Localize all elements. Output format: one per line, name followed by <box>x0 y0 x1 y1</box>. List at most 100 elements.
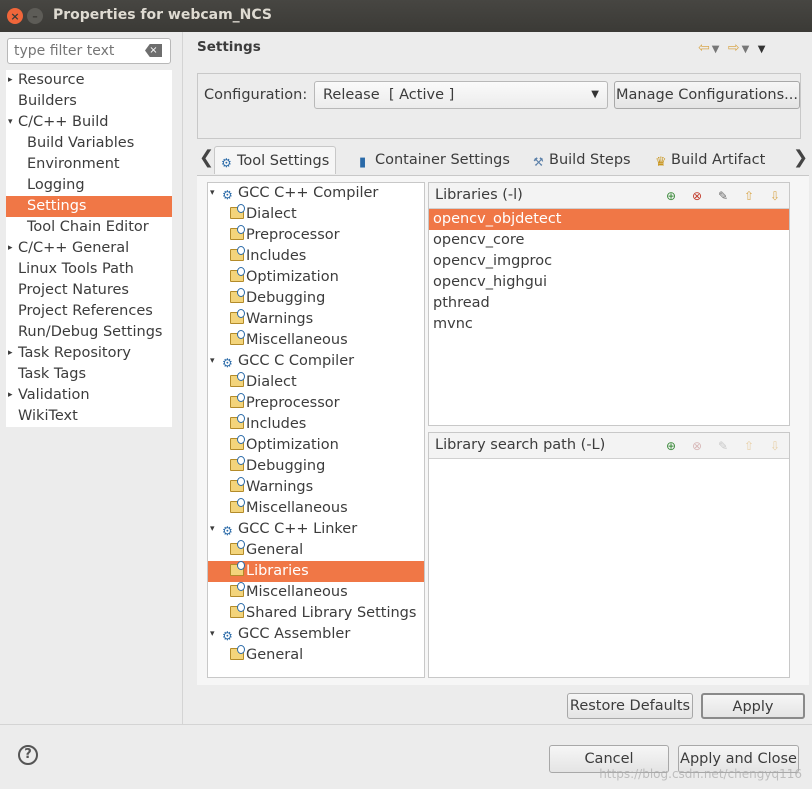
tab-build-steps[interactable]: ⚒ Build Steps <box>533 146 631 174</box>
collapse-arrow-icon[interactable]: ▾ <box>210 183 215 204</box>
back-arrow-icon[interactable]: ⇦ <box>698 40 712 56</box>
tool-tree-tool[interactable]: ▾ ⚙ GCC C Compiler <box>208 351 424 372</box>
apply-button[interactable]: Apply <box>701 693 805 719</box>
clear-filter-icon[interactable]: × <box>145 44 162 57</box>
nav-item-label: Builders <box>18 93 77 109</box>
view-menu-icon[interactable]: ▼ <box>758 44 768 55</box>
tool-tree-option[interactable]: Libraries <box>208 561 424 582</box>
library-item[interactable]: opencv_highgui <box>429 272 789 293</box>
expand-arrow-icon[interactable]: ▸ <box>8 70 13 91</box>
tool-tree-option[interactable]: Dialect <box>208 204 424 225</box>
tool-tree-option[interactable]: Miscellaneous <box>208 330 424 351</box>
collapse-arrow-icon[interactable]: ▾ <box>8 112 13 133</box>
tool-tree-option[interactable]: Preprocessor <box>208 393 424 414</box>
window-title: Properties for webcam_NCS <box>53 7 273 23</box>
tool-tree-option[interactable]: Optimization <box>208 267 424 288</box>
tab-container-settings[interactable]: ▮ Container Settings <box>359 146 510 174</box>
option-folder-icon <box>230 225 245 240</box>
tool-icon: ⚙ <box>222 524 233 538</box>
option-folder-icon <box>230 603 245 618</box>
tool-tree-option[interactable]: Miscellaneous <box>208 582 424 603</box>
tab-tool-settings[interactable]: ⚙ Tool Settings <box>214 146 337 174</box>
forward-arrow-icon[interactable]: ⇨ <box>728 40 742 56</box>
tool-tree-option[interactable]: Optimization <box>208 435 424 456</box>
tabs-scroll-right-icon[interactable]: ❯ <box>793 147 808 168</box>
tool-tree-option[interactable]: Dialect <box>208 372 424 393</box>
library-item[interactable]: mvnc <box>429 314 789 335</box>
nav-item[interactable]: Project Natures <box>6 280 172 301</box>
help-icon[interactable]: ? <box>18 745 38 765</box>
configuration-select[interactable]: Release [ Active ] ▼ <box>314 81 608 109</box>
tool-tree-tool[interactable]: ▾ ⚙ GCC C++ Linker <box>208 519 424 540</box>
back-dropdown-icon[interactable]: ▼ <box>712 44 722 55</box>
nav-item[interactable]: Tool Chain Editor <box>6 217 172 238</box>
tool-tree-label: GCC C++ Compiler <box>238 185 379 201</box>
expand-arrow-icon[interactable]: ▸ <box>8 238 13 259</box>
forward-dropdown-icon[interactable]: ▼ <box>742 44 752 55</box>
tool-tree-label: Debugging <box>246 290 326 306</box>
tool-tree-option[interactable]: Miscellaneous <box>208 498 424 519</box>
option-folder-icon <box>230 456 245 471</box>
nav-item[interactable]: Logging <box>6 175 172 196</box>
tool-tree-option[interactable]: Debugging <box>208 456 424 477</box>
tool-tree-option[interactable]: Preprocessor <box>208 225 424 246</box>
nav-item[interactable]: ▸ Task Repository <box>6 343 172 364</box>
search-path-title: Library search path (-L) <box>435 437 606 453</box>
search-path-toolbar: ⊕ ⊗ ✎ ⇧ ⇩ <box>663 438 783 454</box>
library-item[interactable]: opencv_imgproc <box>429 251 789 272</box>
collapse-arrow-icon[interactable]: ▾ <box>210 624 215 645</box>
tool-tree-option[interactable]: Includes <box>208 246 424 267</box>
minimize-window-icon[interactable]: – <box>27 8 43 24</box>
collapse-arrow-icon[interactable]: ▾ <box>210 519 215 540</box>
tool-tree-option[interactable]: Warnings <box>208 477 424 498</box>
tool-tree-option[interactable]: Includes <box>208 414 424 435</box>
nav-item[interactable]: ▾ C/C++ Build <box>6 112 172 133</box>
tool-tree-option[interactable]: Shared Library Settings <box>208 603 424 624</box>
tool-tree-label: Optimization <box>246 437 339 453</box>
nav-item[interactable]: Environment <box>6 154 172 175</box>
nav-item[interactable]: Run/Debug Settings <box>6 322 172 343</box>
add-icon[interactable]: ⊕ <box>663 438 679 454</box>
tab-build-artifact[interactable]: ♛ Build Artifact <box>655 146 765 174</box>
tool-tree-option[interactable]: General <box>208 645 424 666</box>
filter-input[interactable] <box>8 39 138 63</box>
edit-icon: ✎ <box>717 439 729 453</box>
close-window-icon[interactable]: × <box>7 8 23 24</box>
nav-item[interactable]: WikiText <box>6 406 172 427</box>
nav-item[interactable]: Linux Tools Path <box>6 259 172 280</box>
nav-item[interactable]: Project References <box>6 301 172 322</box>
collapse-arrow-icon[interactable]: ▾ <box>210 351 215 372</box>
library-item[interactable]: opencv_objdetect <box>429 209 789 230</box>
tool-tree-option[interactable]: Warnings <box>208 309 424 330</box>
nav-item[interactable]: ▸ C/C++ General <box>6 238 172 259</box>
nav-item[interactable]: Build Variables <box>6 133 172 154</box>
add-icon[interactable]: ⊕ <box>663 188 679 204</box>
tool-tree-tool[interactable]: ▾ ⚙ GCC Assembler <box>208 624 424 645</box>
move-up-icon[interactable]: ⇧ <box>741 188 757 204</box>
tabs-scroll-left-icon[interactable]: ❮ <box>199 147 214 168</box>
nav-item[interactable]: Task Tags <box>6 364 172 385</box>
move-down-icon[interactable]: ⇩ <box>767 188 783 204</box>
nav-item-label: Task Tags <box>18 366 87 382</box>
expand-arrow-icon[interactable]: ▸ <box>8 385 13 406</box>
tool-tree-tool[interactable]: ▾ ⚙ GCC C++ Compiler <box>208 183 424 204</box>
delete-icon[interactable]: ⊗ <box>689 188 705 204</box>
manage-configurations-button[interactable]: Manage Configurations... <box>614 81 800 109</box>
expand-arrow-icon[interactable]: ▸ <box>8 343 13 364</box>
nav-item-label: Task Repository <box>18 345 132 361</box>
nav-item[interactable]: Settings <box>6 196 172 217</box>
nav-item[interactable]: ▸ Validation <box>6 385 172 406</box>
nav-item[interactable]: Builders <box>6 91 172 112</box>
library-item[interactable]: pthread <box>429 293 789 314</box>
tab-label: Build Artifact <box>671 152 766 168</box>
nav-item-label: Run/Debug Settings <box>18 324 163 340</box>
edit-icon[interactable]: ✎ <box>715 188 731 204</box>
tool-icon: ⚙ <box>222 629 233 643</box>
library-item[interactable]: opencv_core <box>429 230 789 251</box>
configuration-label: Configuration: <box>204 87 308 103</box>
tool-tree-option[interactable]: Debugging <box>208 288 424 309</box>
restore-defaults-button[interactable]: Restore Defaults <box>567 693 693 719</box>
configuration-value: Release [ Active ] <box>323 87 455 103</box>
nav-item[interactable]: ▸ Resource <box>6 70 172 91</box>
tool-tree-option[interactable]: General <box>208 540 424 561</box>
